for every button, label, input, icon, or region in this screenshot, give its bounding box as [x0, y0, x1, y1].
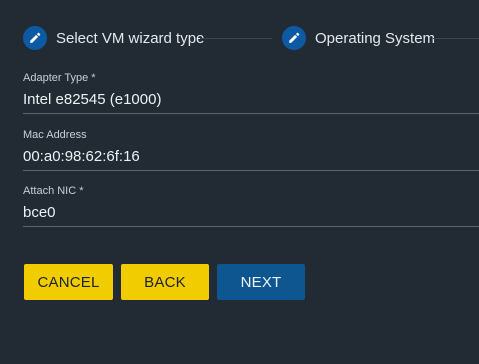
- adapter-type-label: Adapter Type *: [23, 72, 96, 84]
- mac-address-label: Mac Address: [23, 129, 87, 141]
- step-label: Operating System: [315, 29, 436, 47]
- back-button[interactable]: BACK: [121, 264, 209, 300]
- adapter-type-select[interactable]: Intel e82545 (e1000): [23, 92, 479, 108]
- pencil-icon: [23, 26, 47, 50]
- step-connector: [200, 38, 272, 39]
- field-underline: [23, 170, 479, 171]
- attach-nic-label: Attach NIC *: [23, 185, 84, 197]
- step-label: Select VM wizard type: [56, 29, 205, 47]
- next-button[interactable]: NEXT: [217, 264, 305, 300]
- wizard-stepper: Select VM wizard type Operating System: [0, 0, 479, 78]
- step-select-vm-wizard-type[interactable]: Select VM wizard type: [23, 26, 204, 50]
- pencil-icon: [282, 26, 306, 50]
- attach-nic-select[interactable]: bce0: [23, 205, 479, 221]
- mac-address-input[interactable]: 00:a0:98:62:6f:16: [23, 149, 479, 165]
- mac-address-field[interactable]: Mac Address 00:a0:98:62:6f:16: [23, 129, 479, 171]
- field-underline: [23, 113, 479, 114]
- field-underline: [23, 226, 479, 227]
- adapter-type-field[interactable]: Adapter Type * Intel e82545 (e1000): [23, 72, 479, 114]
- cancel-button[interactable]: CANCEL: [24, 264, 113, 300]
- step-connector: [433, 38, 479, 39]
- step-operating-system[interactable]: Operating System: [282, 26, 435, 50]
- attach-nic-field[interactable]: Attach NIC * bce0: [23, 185, 479, 227]
